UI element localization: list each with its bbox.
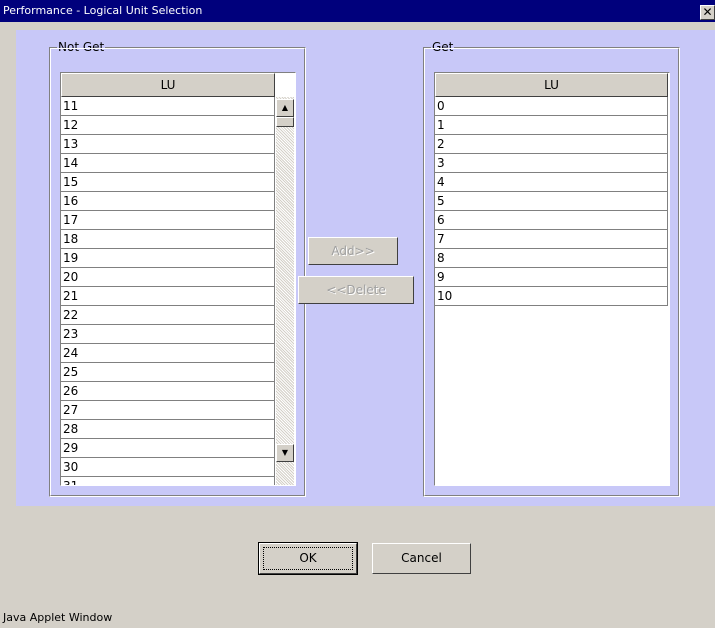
table-row[interactable]: 16 — [61, 192, 275, 211]
add-button-label: Add>> — [331, 244, 375, 258]
get-list: 0 1 2 3 4 5 6 7 8 9 10 — [435, 97, 668, 306]
table-row[interactable]: 8 — [435, 249, 668, 268]
scroll-up-icon[interactable]: ▲ — [276, 99, 294, 117]
table-row[interactable]: 4 — [435, 173, 668, 192]
not-get-legend: Not Get — [57, 40, 106, 54]
table-row[interactable]: 13 — [61, 135, 275, 154]
table-row[interactable]: 24 — [61, 344, 275, 363]
table-row[interactable]: 15 — [61, 173, 275, 192]
table-row[interactable]: 28 — [61, 420, 275, 439]
not-get-column-header[interactable]: LU — [61, 73, 275, 97]
table-row[interactable]: 17 — [61, 211, 275, 230]
table-row[interactable]: 20 — [61, 268, 275, 287]
table-row[interactable]: 26 — [61, 382, 275, 401]
window-title: Performance - Logical Unit Selection — [3, 4, 203, 17]
table-row[interactable]: 19 — [61, 249, 275, 268]
table-row[interactable]: 31 — [61, 477, 275, 485]
table-row[interactable]: 10 — [435, 287, 668, 306]
cancel-button[interactable]: Cancel — [372, 543, 471, 574]
scrollbar-thumb[interactable] — [276, 117, 294, 127]
table-row[interactable]: 11 — [61, 97, 275, 116]
ok-button[interactable]: OK — [258, 542, 358, 575]
table-row[interactable]: 7 — [435, 230, 668, 249]
not-get-scrollbar[interactable]: ▲ ▼ — [276, 97, 294, 485]
table-row[interactable]: 0 — [435, 97, 668, 116]
table-row[interactable]: 5 — [435, 192, 668, 211]
table-row[interactable]: 22 — [61, 306, 275, 325]
not-get-table: LU 11 12 13 14 15 16 17 18 19 20 21 22 23 24 25 26 27 28 2… — [60, 72, 296, 486]
table-row[interactable]: 6 — [435, 211, 668, 230]
table-row[interactable]: 23 — [61, 325, 275, 344]
table-row[interactable]: 29 — [61, 439, 275, 458]
selection-panel: Not Get LU 11 12 13 14 15 16 17 18 19 20 21 22 23 24 2… — [16, 30, 715, 506]
get-legend: Get — [431, 40, 455, 54]
table-row[interactable]: 12 — [61, 116, 275, 135]
table-row[interactable]: 18 — [61, 230, 275, 249]
table-row[interactable]: 9 — [435, 268, 668, 287]
close-icon[interactable]: ✕ — [700, 5, 715, 20]
get-table: LU 0 1 2 3 4 5 6 7 8 9 10 — [434, 72, 670, 486]
cancel-button-label: Cancel — [401, 551, 442, 565]
table-row[interactable]: 27 — [61, 401, 275, 420]
table-row[interactable]: 25 — [61, 363, 275, 382]
table-row[interactable]: 21 — [61, 287, 275, 306]
not-get-list: 11 12 13 14 15 16 17 18 19 20 21 22 23 24 25 26 27 28 29 30… — [61, 97, 275, 485]
scroll-down-icon[interactable]: ▼ — [276, 444, 294, 462]
delete-button[interactable]: <<Delete — [298, 276, 414, 304]
table-row[interactable]: 3 — [435, 154, 668, 173]
status-bar-text: Java Applet Window — [3, 611, 113, 624]
ok-button-label: OK — [299, 551, 317, 565]
get-column-header[interactable]: LU — [435, 73, 668, 97]
title-bar: Performance - Logical Unit Selection ✕ — [0, 0, 715, 22]
table-row[interactable]: 2 — [435, 135, 668, 154]
delete-button-label: <<Delete — [326, 283, 386, 297]
table-row[interactable]: 30 — [61, 458, 275, 477]
table-row[interactable]: 1 — [435, 116, 668, 135]
table-row[interactable]: 14 — [61, 154, 275, 173]
add-button[interactable]: Add>> — [308, 237, 398, 265]
